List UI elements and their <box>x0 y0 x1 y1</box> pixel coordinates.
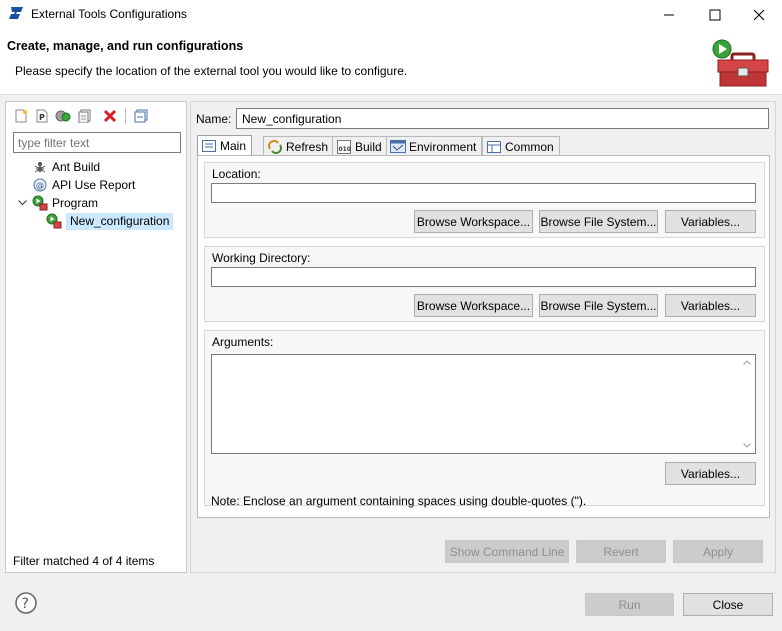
working-directory-input[interactable] <box>211 267 756 287</box>
svg-text:@: @ <box>36 181 44 190</box>
svg-text:010: 010 <box>339 146 352 153</box>
location-variables-button[interactable]: Variables... <box>665 210 756 233</box>
export-icon <box>78 109 91 123</box>
configuration-editor: Name: Main Refresh 010 Build Environment… <box>190 101 776 573</box>
arguments-scrollbar[interactable] <box>739 355 755 453</box>
location-browse-workspace-button[interactable]: Browse Workspace... <box>414 210 533 233</box>
svg-text:?: ? <box>22 596 29 612</box>
filter-input[interactable] <box>13 132 181 153</box>
working-directory-label: Working Directory: <box>212 251 311 265</box>
environment-icon <box>390 139 406 154</box>
api-report-icon: @ <box>32 177 48 193</box>
program-icon <box>32 195 48 211</box>
main-tab-content: Location: Browse Workspace... Browse Fil… <box>197 155 770 518</box>
tree-item-program[interactable]: Program <box>13 194 183 212</box>
tree-item-label: API Use Report <box>52 178 136 192</box>
common-icon <box>486 140 502 154</box>
tab-refresh[interactable]: Refresh <box>263 136 335 156</box>
close-button[interactable]: Close <box>683 593 773 616</box>
working-directory-group: Working Directory: Browse Workspace... B… <box>204 246 765 322</box>
title-bar: External Tools Configurations <box>0 0 782 30</box>
tab-label: Refresh <box>286 139 329 154</box>
duplicate-button[interactable] <box>54 107 72 125</box>
tree-item-label: Ant Build <box>52 160 101 174</box>
filter-status: Filter matched 4 of 4 items <box>13 554 155 568</box>
location-label: Location: <box>212 167 261 181</box>
export-button[interactable] <box>76 107 94 125</box>
maximize-button[interactable] <box>692 0 738 30</box>
tab-environment[interactable]: Environment <box>386 136 483 156</box>
run-button[interactable]: Run <box>585 593 674 616</box>
arguments-label: Arguments: <box>212 335 274 349</box>
toolbar-separator <box>125 108 126 124</box>
working-directory-browse-workspace-button[interactable]: Browse Workspace... <box>414 294 533 317</box>
tab-label: Build <box>355 139 382 154</box>
close-icon <box>753 9 765 21</box>
location-group: Location: Browse Workspace... Browse Fil… <box>204 162 765 238</box>
tab-label: Environment <box>409 139 477 154</box>
program-config-icon <box>46 213 62 229</box>
tree-item-new-configuration[interactable]: New_configuration <box>13 212 183 230</box>
working-directory-browse-file-system-button[interactable]: Browse File System... <box>539 294 658 317</box>
delete-icon <box>103 109 117 123</box>
dialog-header: Create, manage, and run configurations P… <box>0 30 782 95</box>
location-browse-file-system-button[interactable]: Browse File System... <box>539 210 658 233</box>
tree-item-label: Program <box>52 196 99 210</box>
configuration-tree-panel: P Ant Build @ API Use Report <box>5 101 187 573</box>
tree-item-label: New_configuration <box>66 212 174 230</box>
apply-button[interactable]: Apply <box>673 540 763 563</box>
arguments-group: Arguments: Variables... Note: Enclose an… <box>204 330 765 508</box>
new-prototype-button[interactable]: P <box>33 107 51 125</box>
svg-text:P: P <box>39 113 45 122</box>
tab-build[interactable]: 010 Build <box>332 136 388 156</box>
minimize-icon <box>664 14 674 16</box>
close-window-button[interactable] <box>736 0 782 30</box>
arguments-textarea[interactable] <box>211 354 756 454</box>
build-icon: 010 <box>336 139 352 154</box>
new-prototype-icon: P <box>36 109 48 123</box>
toolbox-run-icon <box>712 39 769 87</box>
name-input[interactable] <box>236 108 769 129</box>
minimize-button[interactable] <box>646 0 692 30</box>
tab-label: Common <box>505 139 554 154</box>
working-directory-variables-button[interactable]: Variables... <box>665 294 756 317</box>
arguments-variables-button[interactable]: Variables... <box>665 462 756 485</box>
new-configuration-icon <box>15 109 27 123</box>
location-input[interactable] <box>211 183 756 203</box>
scroll-down-icon[interactable] <box>743 443 751 448</box>
tree-item-api-use-report[interactable]: @ API Use Report <box>13 176 183 194</box>
dialog-title: Create, manage, and run configurations <box>7 39 244 53</box>
main-tab-icon <box>201 139 217 153</box>
tree-item-ant-build[interactable]: Ant Build <box>13 158 183 176</box>
refresh-icon <box>267 139 283 154</box>
tab-label: Main <box>220 139 247 153</box>
new-configuration-button[interactable] <box>12 107 30 125</box>
scroll-up-icon[interactable] <box>743 360 751 365</box>
duplicate-icon <box>55 110 71 122</box>
dialog-description: Please specify the location of the exter… <box>15 64 408 78</box>
arguments-note: Note: Enclose an argument containing spa… <box>211 494 587 508</box>
show-command-line-button[interactable]: Show Command Line <box>445 540 569 563</box>
st-logo-icon <box>9 7 23 19</box>
configuration-tree: Ant Build @ API Use Report Program New_c… <box>13 158 183 230</box>
chevron-down-icon[interactable] <box>16 200 28 206</box>
maximize-icon <box>709 9 721 21</box>
help-icon[interactable]: ? <box>15 592 37 614</box>
name-label: Name: <box>196 112 232 126</box>
collapse-all-icon <box>134 109 148 123</box>
collapse-all-button[interactable] <box>132 107 150 125</box>
ant-icon <box>32 159 48 175</box>
tab-main[interactable]: Main <box>197 135 253 156</box>
revert-button[interactable]: Revert <box>576 540 666 563</box>
window-title: External Tools Configurations <box>31 7 187 21</box>
tab-common[interactable]: Common <box>482 136 560 156</box>
delete-button[interactable] <box>101 107 119 125</box>
